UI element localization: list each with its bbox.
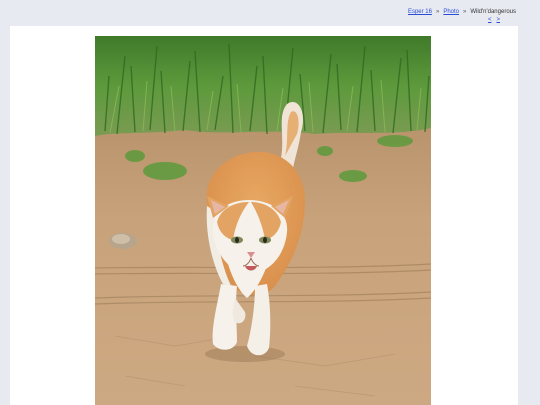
content-card (10, 26, 518, 405)
breadcrumb-root-link[interactable]: Esper 16 (408, 9, 432, 15)
previous-photo-link[interactable]: < (488, 17, 492, 23)
photo-page: Esper 16» Photo» Wild'n'dangerous < > (0, 0, 540, 405)
breadcrumb: Esper 16» Photo» Wild'n'dangerous (408, 9, 516, 15)
cat-photo[interactable] (95, 36, 431, 405)
next-photo-link[interactable]: > (496, 17, 500, 23)
breadcrumb-separator: » (435, 9, 440, 15)
breadcrumb-separator: » (463, 9, 467, 15)
cat-photo-image (95, 36, 431, 405)
photo-pager: < > (483, 17, 500, 23)
breadcrumb-current: Wild'n'dangerous (470, 9, 516, 15)
breadcrumb-section-link[interactable]: Photo (443, 9, 459, 15)
